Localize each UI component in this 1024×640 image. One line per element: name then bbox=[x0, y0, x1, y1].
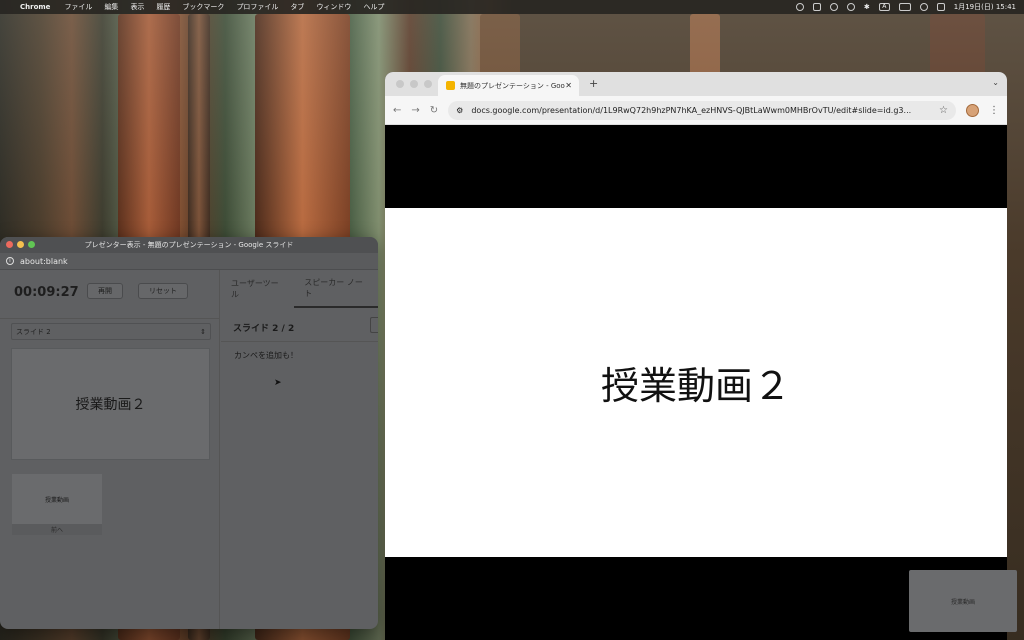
chrome-window: 無題のプレゼンテーション - Goo ✕ + ⌄ ← → ↻ ⚙ docs.go… bbox=[385, 72, 1007, 557]
menu-tab[interactable]: タブ bbox=[290, 2, 304, 12]
chrome-toolbar: ← → ↻ ⚙ docs.google.com/presentation/d/1… bbox=[385, 96, 1007, 125]
browser-tab[interactable]: 無題のプレゼンテーション - Goo ✕ bbox=[438, 75, 579, 96]
previous-button[interactable]: 前へ bbox=[12, 524, 102, 535]
tab-user-tools[interactable]: ユーザーツール bbox=[221, 270, 294, 308]
slide-select[interactable]: スライド 2 ⇕ bbox=[11, 323, 211, 340]
record-icon[interactable] bbox=[795, 3, 804, 11]
bluetooth-icon[interactable]: ✱ bbox=[864, 3, 870, 11]
presenter-window-title: プレゼンター表示 - 無題のプレゼンテーション - Google スライド bbox=[84, 241, 294, 249]
menu-help[interactable]: ヘルプ bbox=[363, 2, 384, 12]
presenter-tabs: ユーザーツール スピーカー ノート bbox=[221, 270, 378, 308]
bookmark-star-icon[interactable]: ☆ bbox=[939, 105, 948, 116]
timer: 00:09:27 bbox=[14, 285, 79, 300]
battery-icon[interactable] bbox=[898, 3, 911, 11]
site-settings-icon[interactable]: ⚙ bbox=[456, 106, 463, 115]
tab-search-icon[interactable]: ⌄ bbox=[992, 78, 999, 87]
slideshow-slide[interactable]: 授業動画２ bbox=[385, 208, 1007, 557]
menu-window[interactable]: ウィンドウ bbox=[316, 2, 351, 12]
menu-edit[interactable]: 編集 bbox=[104, 2, 118, 12]
slide-select-value: スライド 2 bbox=[16, 327, 51, 336]
resume-button[interactable]: 再開 bbox=[87, 283, 123, 299]
info-icon[interactable]: i bbox=[6, 257, 14, 265]
zoom-window-icon[interactable] bbox=[424, 80, 432, 88]
menu-history[interactable]: 履歴 bbox=[156, 2, 170, 12]
menu-bookmarks[interactable]: ブックマーク bbox=[182, 2, 224, 12]
chrome-menu-icon[interactable]: ⋮ bbox=[989, 105, 999, 116]
presenter-right-pane: ユーザーツール スピーカー ノート スライド 2 / 2 カンペを追加も！ bbox=[221, 270, 378, 629]
menu-view[interactable]: 表示 bbox=[130, 2, 144, 12]
notes-slide-counter: スライド 2 / 2 bbox=[233, 324, 295, 334]
reset-button[interactable]: リセット bbox=[138, 283, 188, 299]
presenter-left-pane: 00:09:27 再開 リセット スライド 2 ⇕ 授業動画２ 授業動画 前へ bbox=[0, 270, 220, 629]
wifi-icon[interactable] bbox=[919, 3, 928, 11]
clock[interactable]: 1月19日(日) 15:41 bbox=[954, 2, 1016, 12]
chrome-tab-strip: 無題のプレゼンテーション - Goo ✕ + ⌄ bbox=[385, 72, 1007, 96]
forward-icon[interactable]: → bbox=[411, 105, 419, 116]
address-url: docs.google.com/presentation/d/1L9RwQ72h… bbox=[471, 105, 912, 115]
app-menu[interactable]: Chrome bbox=[20, 3, 50, 11]
presenter-window: プレゼンター表示 - 無題のプレゼンテーション - Google スライド i … bbox=[0, 237, 378, 629]
presenter-url-bar[interactable]: i about:blank bbox=[0, 253, 378, 270]
speaker-notes-text[interactable]: カンペを追加も！ bbox=[234, 350, 298, 361]
close-tab-icon[interactable]: ✕ bbox=[565, 81, 572, 90]
google-slides-icon bbox=[446, 81, 455, 90]
reload-icon[interactable]: ↻ bbox=[430, 105, 438, 116]
control-center-icon[interactable] bbox=[936, 3, 945, 11]
divider bbox=[0, 318, 219, 319]
current-slide-preview[interactable]: 授業動画２ bbox=[11, 348, 210, 460]
menu-profiles[interactable]: プロファイル bbox=[236, 2, 278, 12]
menu-bar: Chrome ファイル 編集 表示 履歴 ブックマーク プロファイル タブ ウィ… bbox=[0, 0, 1024, 14]
close-window-icon[interactable] bbox=[396, 80, 404, 88]
input-source-icon[interactable]: A bbox=[878, 3, 890, 11]
chevron-updown-icon: ⇕ bbox=[200, 327, 206, 336]
next-slide-thumbnail[interactable]: 授業動画 bbox=[909, 570, 1017, 632]
status-sync-icon[interactable] bbox=[846, 3, 855, 11]
divider bbox=[221, 341, 378, 342]
previous-slide-thumbnail[interactable]: 授業動画 bbox=[12, 474, 102, 524]
browser-tab-title: 無題のプレゼンテーション - Goo bbox=[460, 81, 565, 90]
tab-speaker-notes[interactable]: スピーカー ノート bbox=[294, 270, 378, 308]
minimize-window-icon[interactable] bbox=[410, 80, 418, 88]
slideshow-area[interactable]: 授業動画２ bbox=[385, 125, 1007, 557]
status-circle-icon[interactable] bbox=[829, 3, 838, 11]
minimize-window-icon[interactable] bbox=[17, 241, 24, 248]
back-icon[interactable]: ← bbox=[393, 105, 401, 116]
status-app-icon[interactable] bbox=[812, 3, 821, 11]
address-bar[interactable]: ⚙ docs.google.com/presentation/d/1L9RwQ7… bbox=[448, 100, 956, 120]
new-tab-icon[interactable]: + bbox=[589, 77, 598, 90]
presenter-url: about:blank bbox=[20, 256, 68, 266]
notes-zoom-control[interactable] bbox=[370, 317, 378, 333]
profile-avatar[interactable] bbox=[966, 103, 979, 117]
mouse-cursor-icon: ➤ bbox=[274, 378, 282, 388]
zoom-window-icon[interactable] bbox=[28, 241, 35, 248]
close-window-icon[interactable] bbox=[6, 241, 13, 248]
presenter-titlebar[interactable]: プレゼンター表示 - 無題のプレゼンテーション - Google スライド bbox=[0, 237, 378, 253]
menu-file[interactable]: ファイル bbox=[64, 2, 92, 12]
